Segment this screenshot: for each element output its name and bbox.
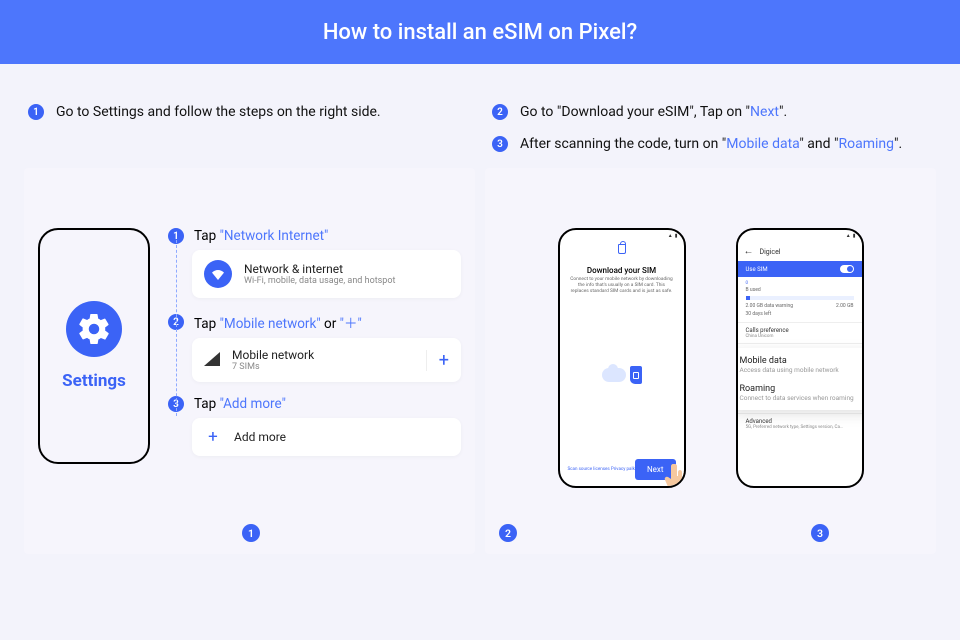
card1-sub: Wi-Fi, mobile, data usage, and hotspot [244, 276, 395, 286]
page-header: How to install an eSIM on Pixel? [0, 0, 960, 64]
data-used: B used [746, 286, 854, 294]
download-footer-links: Scan source licenses Privacy palk [568, 467, 635, 472]
cloud-icon [602, 368, 626, 382]
usage-bar [746, 296, 854, 300]
card2-title: Mobile network [232, 348, 314, 362]
panel-1-badge: 1 [242, 524, 260, 542]
network-internet-card[interactable]: Network & internet Wi-Fi, mobile, data u… [192, 250, 461, 298]
bullet-2-icon: 2 [492, 104, 508, 120]
download-title: Download your SIM [560, 266, 684, 275]
2gb-label: 2.00 GB [836, 302, 854, 318]
step-3: 3 Tap "Add more" + Add more [168, 396, 461, 456]
card1-title: Network & internet [244, 262, 395, 276]
panel-2-badge: 2 [499, 524, 517, 542]
status-bar: ▲▮ [738, 230, 862, 242]
calls-sub: China Unicom [746, 334, 854, 339]
plus-icon: + [204, 428, 222, 446]
signal-icon [204, 351, 220, 370]
panel-1: Settings 1 Tap "Network Internet" Networ… [24, 168, 475, 554]
bullet-1-icon: 1 [28, 104, 44, 120]
settings-label: Settings [62, 371, 126, 391]
download-art [560, 298, 684, 453]
advanced-section[interactable]: Advanced 5G, Preferred network type, Set… [738, 414, 862, 434]
intro-text-2: Go to "Download your eSIM", Tap on "Next… [520, 104, 787, 120]
intro-left: 1 Go to Settings and follow the steps on… [28, 104, 468, 120]
add-more-card[interactable]: + Add more [192, 418, 461, 456]
roaming-sub: Connect to data services when roaming [740, 394, 854, 402]
use-sim-toggle[interactable] [840, 265, 854, 273]
adv-sub: 5G, Preferred network type, Settings ver… [746, 425, 854, 430]
data-usage-section: 0 B used 2.00 GB data warning 30 days le… [738, 277, 862, 323]
panel-3-badge: 3 [811, 524, 829, 542]
gear-icon [66, 301, 122, 357]
carrier-label: Digicel [760, 248, 781, 256]
roaming-row[interactable]: Roaming Connect to data services when ro… [740, 384, 864, 402]
steps-column: 1 Tap "Network Internet" Network & inter… [168, 228, 461, 456]
intro-text-3: After scanning the code, turn on "Mobile… [520, 136, 902, 152]
digicel-header: ← Digicel [738, 242, 862, 261]
intro-right: 2 Go to "Download your eSIM", Tap on "Ne… [492, 104, 932, 152]
intro-bullet-1: 1 Go to Settings and follow the steps on… [28, 104, 468, 120]
step-1: 1 Tap "Network Internet" Network & inter… [168, 228, 461, 298]
back-icon[interactable]: ← [744, 246, 754, 257]
step-2: 2 Tap "Mobile network" or "＋" Mobile net… [168, 312, 461, 382]
intro-bullet-3: 3 After scanning the code, turn on "Mobi… [492, 136, 932, 152]
toggle-popup: Mobile data Access data using mobile net… [736, 348, 864, 410]
adv-title: Advanced [746, 418, 854, 425]
intro-text-1: Go to Settings and follow the steps on t… [56, 104, 381, 120]
dotted-connector [176, 240, 177, 416]
card2-sub: 7 SIMs [232, 362, 314, 372]
mobile-data-sub: Access data using mobile network [740, 366, 839, 374]
days-left: 30 days left [746, 310, 794, 318]
pointer-hand-icon [662, 458, 686, 488]
use-sim-label: Use SIM [746, 266, 768, 273]
plus-icon[interactable]: + [426, 350, 449, 371]
page-title: How to install an eSIM on Pixel? [323, 20, 637, 45]
settings-phone: Settings [38, 228, 150, 464]
mobile-network-card[interactable]: Mobile network 7 SIMs + [192, 338, 461, 382]
sim-icon [630, 366, 642, 384]
data-warning: 2.00 GB data warning [746, 302, 794, 310]
calls-section[interactable]: Calls preference China Unicom [738, 323, 862, 344]
panels: Settings 1 Tap "Network Internet" Networ… [0, 168, 960, 554]
lock-icon [618, 244, 626, 254]
mobile-data-title: Mobile data [740, 356, 839, 366]
download-desc: Connect to your mobile network by downlo… [560, 275, 684, 298]
roaming-title: Roaming [740, 384, 854, 394]
use-sim-row[interactable]: Use SIM [738, 261, 862, 277]
intro-section: 1 Go to Settings and follow the steps on… [0, 64, 960, 168]
card3-title: Add more [234, 430, 286, 444]
panel-2: ▲▮ Download your SIM Connect to your mob… [485, 168, 936, 554]
wifi-icon [204, 260, 232, 288]
mobile-data-row[interactable]: Mobile data Access data using mobile net… [740, 356, 864, 374]
calls-title: Calls preference [746, 327, 854, 334]
download-sim-phone: ▲▮ Download your SIM Connect to your mob… [558, 228, 686, 488]
bullet-3-icon: 3 [492, 136, 508, 152]
digicel-phone: ▲▮ ← Digicel Use SIM 0 B used 2.00 GB da… [736, 228, 864, 488]
intro-bullet-2: 2 Go to "Download your eSIM", Tap on "Ne… [492, 104, 932, 120]
